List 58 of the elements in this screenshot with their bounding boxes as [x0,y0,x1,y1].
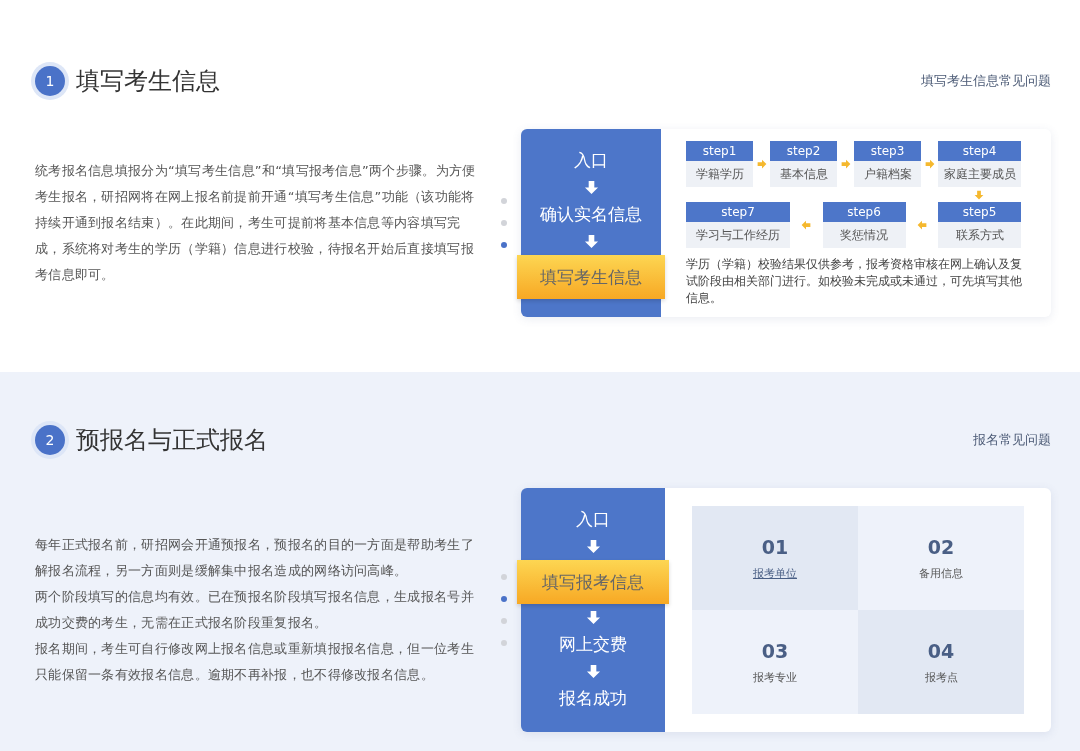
number-badge: 2 [35,425,65,455]
faq-link[interactable]: 报名常见问题 [973,431,1051,449]
step-label: 基本信息 [770,161,837,187]
nav-dot[interactable] [501,220,507,226]
nav-dot[interactable] [501,596,507,602]
highlighted-step: 填写考生信息 [517,255,665,299]
section-title: 预报名与正式报名 [76,425,268,456]
arrow-icon [756,159,767,169]
step-label: 奖惩情况 [822,222,906,248]
flow-step: 入口 [576,506,610,533]
step-label: 户籍档案 [854,161,921,187]
arrow-icon [801,220,812,230]
cell-label: 报考专业 [753,669,797,685]
arrow-icon [585,664,601,679]
number-badge: 1 [35,66,65,96]
paragraph: 每年正式报名前，研招网会开通预报名，预报名的目的一方面是帮助考生了解报名流程，另一方面则是缓解集中报名造成的网络访问高峰。 [35,536,475,580]
paragraph: 两个阶段填写的信息均有效。已在预报名阶段填写报名信息，生成报名号并成功交费的考生，无需在正式报名阶段重复报名。 [35,588,475,632]
step-header: step3 [854,141,921,161]
paragraph: 报名期间，考生可自行修改网上报名信息或重新填报报名信息，但一位考生只能保留一条有效报名信息。逾期不再补报，也不得修改报名信息。 [35,640,475,684]
arrow-icon [974,189,984,200]
nav-dot[interactable] [501,640,507,646]
highlighted-step: 填写报考信息 [517,560,669,604]
nav-dot[interactable] [501,198,507,204]
arrow-icon [585,610,601,625]
nav-dot[interactable] [501,618,507,624]
flow-step: 入口 [574,147,608,174]
arrow-icon [916,220,927,230]
step-header: step4 [938,141,1021,161]
step-header: step6 [822,202,906,222]
step-label: 家庭主要成员 [938,161,1021,187]
arrow-icon [583,180,599,195]
step-label: 学习与工作经历 [686,222,790,248]
nav-dot[interactable] [501,242,507,248]
cell-number: 04 [927,639,955,662]
cell-link[interactable]: 报考单位 [753,565,797,581]
paragraph: 统考报名信息填报分为“填写考生信息”和“填写报考信息”两个步骤。为方便考生报名，研招网将在网上报名前提前开通“填写考生信息”功能（该功能将持续开通到报名结束）。在此期间，考生可提前将基本信息等内容填写完成，系统将对考生的学历（学籍）信息进行校验，待报名开始后直接填写报考信息即可。 [35,162,477,284]
nav-dot[interactable] [501,574,507,580]
step-header: step5 [938,202,1021,222]
note-text: 学历（学籍）校验结果仅供参考，报考资格审核在网上确认及复试阶段由相关部门进行。如校验未完成或未通过，可先填写其他信息。 [686,256,1023,307]
cell-label: 报考点 [924,669,958,685]
arrow-icon [585,539,601,554]
step-header: step2 [770,141,837,161]
section-title: 填写考生信息 [76,66,220,97]
cell-label: 备用信息 [919,565,963,581]
flow-step: 网上交费 [559,631,627,658]
cell-number: 03 [761,639,789,662]
arrow-icon [583,234,599,249]
flow-step: 确认实名信息 [540,201,642,228]
step-label: 学籍学历 [686,161,753,187]
arrow-icon [924,159,935,169]
step-header: step1 [686,141,753,161]
step-header: step7 [686,202,790,222]
cell-number: 01 [761,535,789,558]
arrow-icon [840,159,851,169]
cell-number: 02 [927,535,955,558]
flow-step: 报名成功 [559,685,627,712]
step-label: 联系方式 [938,222,1021,248]
faq-link[interactable]: 填写考生信息常见问题 [921,72,1051,90]
